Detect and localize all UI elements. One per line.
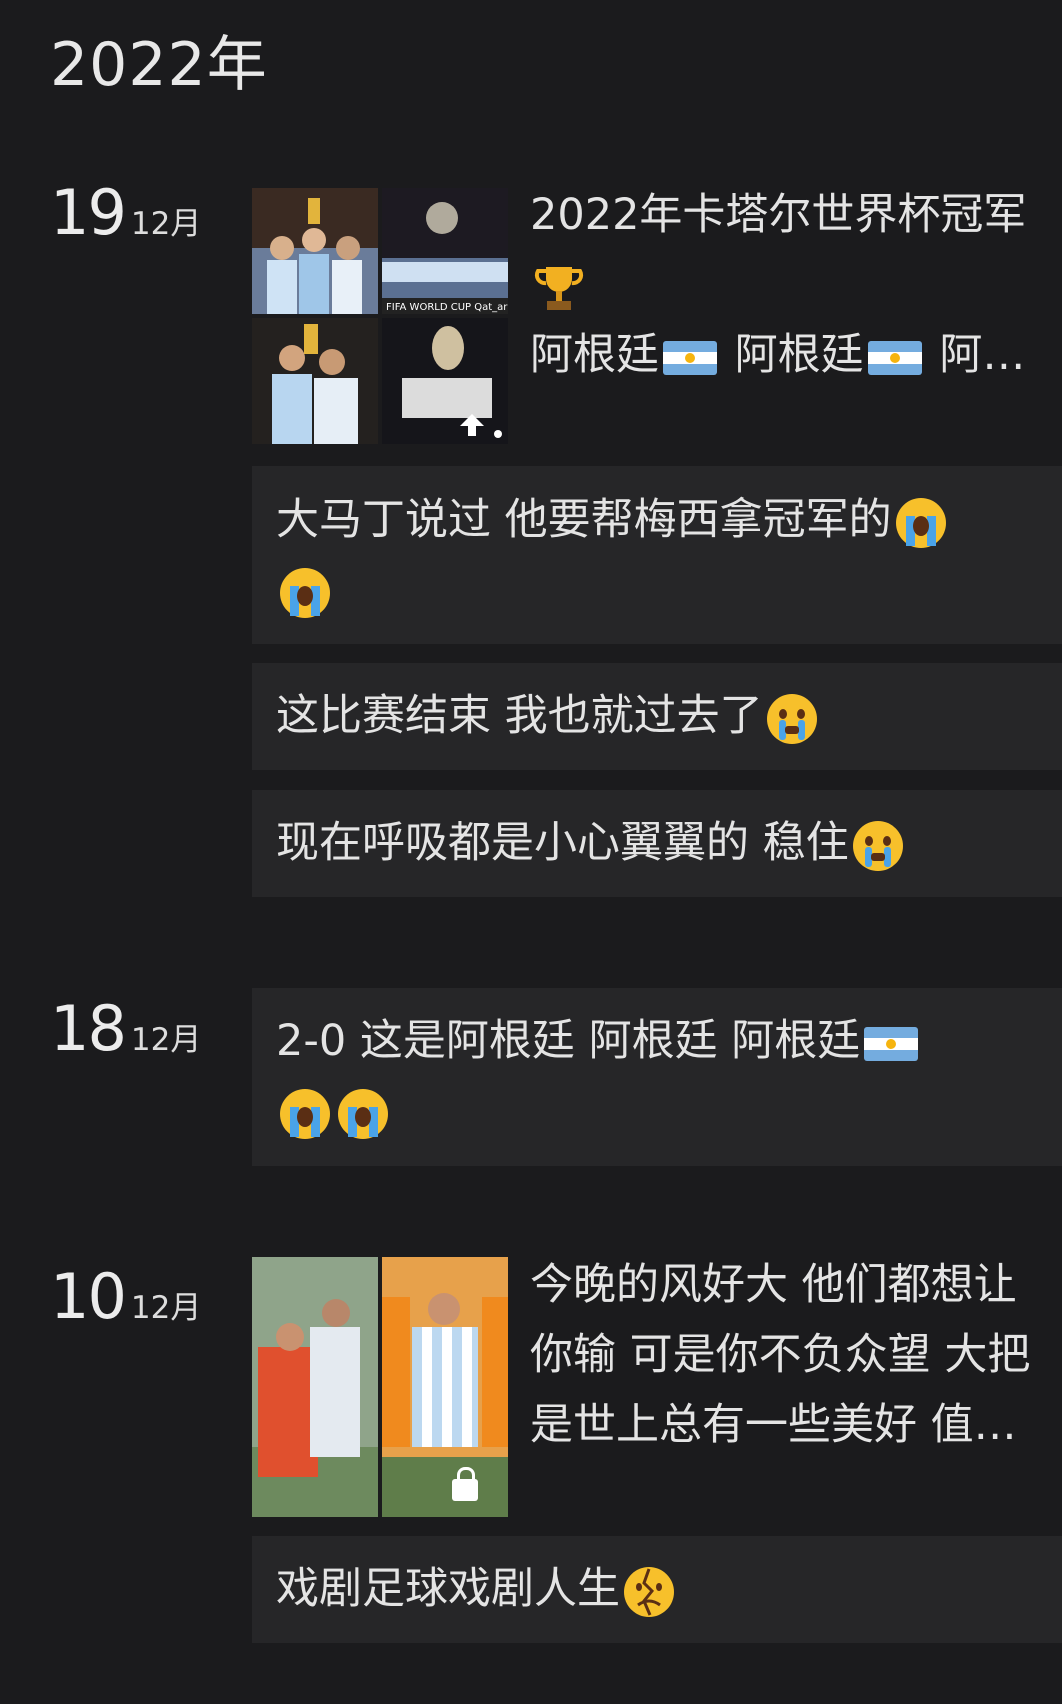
comment-text: 2-0 这是阿根廷 阿根廷 阿根廷 bbox=[276, 1016, 861, 1066]
loudly-crying-emoji-icon bbox=[894, 496, 948, 550]
comment-card[interactable]: 现在呼吸都是小心翼翼的 稳住 bbox=[252, 790, 1062, 897]
date-label: 19 12月 bbox=[50, 182, 201, 244]
lock-icon bbox=[452, 1467, 478, 1501]
comment-text: 戏剧足球戏剧人生 bbox=[276, 1564, 620, 1614]
post-caption-text: 阿根廷 bbox=[530, 330, 659, 380]
comment-text: 这比赛结束 我也就过去了 bbox=[276, 691, 763, 741]
post-caption-text: 阿… bbox=[939, 330, 1026, 380]
date-month: 12月 bbox=[130, 1290, 202, 1326]
loudly-crying-emoji-icon bbox=[278, 566, 332, 620]
comment-line: 大马丁说过 他要帮梅西拿冠军的 bbox=[276, 485, 1038, 555]
loudly-crying-emoji-icon bbox=[278, 1087, 332, 1141]
photo-thumbnail[interactable] bbox=[252, 1257, 378, 1517]
post-caption-line: 2022年卡塔尔世界杯冠军 bbox=[530, 190, 1027, 240]
loudly-crying-emoji-icon bbox=[336, 1087, 390, 1141]
post-caption-line bbox=[530, 250, 1062, 320]
moments-timeline: 2022年 19 12月 FIFA WORLD CUP Qat_ar2 2022… bbox=[0, 0, 1062, 1704]
photo-thumbnail[interactable] bbox=[382, 1257, 508, 1517]
post-caption-line: 你输 可是你不负众望 大把 bbox=[530, 1330, 1031, 1380]
post-caption-text: 阿根廷 bbox=[734, 330, 864, 380]
crying-emoji-icon bbox=[765, 692, 819, 746]
argentina-flag-icon bbox=[867, 340, 922, 375]
comment-line: 戏剧足球戏剧人生 bbox=[276, 1554, 1038, 1624]
post-caption-line: 阿根廷 阿根廷 阿… bbox=[530, 320, 1062, 390]
date-label: 18 12月 bbox=[50, 998, 201, 1060]
svg-text:FIFA WORLD CUP Qat_ar2: FIFA WORLD CUP Qat_ar2 bbox=[386, 302, 508, 313]
year-header: 2022年 bbox=[50, 30, 268, 100]
date-month: 12月 bbox=[130, 1022, 202, 1058]
post-caption[interactable]: 今晚的风好大 他们都想让 你输 可是你不负众望 大把 是世上总有一些美好 值… bbox=[530, 1250, 1062, 1460]
crying-emoji-icon bbox=[851, 819, 905, 873]
broken-heart-face-emoji-icon bbox=[622, 1565, 676, 1619]
comment-line bbox=[276, 1076, 1038, 1146]
comment-card[interactable]: 戏剧足球戏剧人生 bbox=[252, 1536, 1062, 1643]
comment-text: 大马丁说过 他要帮梅西拿冠军的 bbox=[276, 495, 892, 545]
comment-card[interactable]: 2-0 这是阿根廷 阿根廷 阿根廷 bbox=[252, 988, 1062, 1166]
date-month: 12月 bbox=[130, 206, 202, 242]
photo-thumbnail[interactable] bbox=[252, 188, 378, 314]
post-caption-line: 是世上总有一些美好 值… bbox=[530, 1400, 1017, 1450]
comment-line: 现在呼吸都是小心翼翼的 稳住 bbox=[276, 808, 1038, 878]
trophy-icon bbox=[532, 261, 586, 315]
date-day: 10 bbox=[50, 1260, 127, 1333]
date-day: 18 bbox=[50, 992, 127, 1065]
argentina-flag-icon bbox=[864, 1026, 919, 1061]
argentina-flag-icon bbox=[663, 340, 717, 375]
comment-line: 这比赛结束 我也就过去了 bbox=[276, 681, 1038, 751]
post-caption[interactable]: 2022年卡塔尔世界杯冠军 阿根廷 阿根廷 阿… bbox=[530, 180, 1062, 390]
photo-thumbnail[interactable] bbox=[382, 318, 508, 444]
date-label: 10 12月 bbox=[50, 1266, 201, 1328]
post-caption-line: 今晚的风好大 他们都想让 bbox=[530, 1260, 1017, 1310]
comment-line: 2-0 这是阿根廷 阿根廷 阿根廷 bbox=[276, 1006, 1038, 1076]
comment-text: 现在呼吸都是小心翼翼的 稳住 bbox=[276, 818, 849, 868]
photo-thumbnail[interactable]: FIFA WORLD CUP Qat_ar2 bbox=[382, 188, 508, 314]
comment-line bbox=[276, 555, 1038, 625]
photo-thumbnail[interactable] bbox=[252, 318, 378, 444]
date-day: 19 bbox=[50, 176, 127, 249]
comment-card[interactable]: 大马丁说过 他要帮梅西拿冠军的 bbox=[252, 466, 1062, 644]
comment-card[interactable]: 这比赛结束 我也就过去了 bbox=[252, 663, 1062, 770]
